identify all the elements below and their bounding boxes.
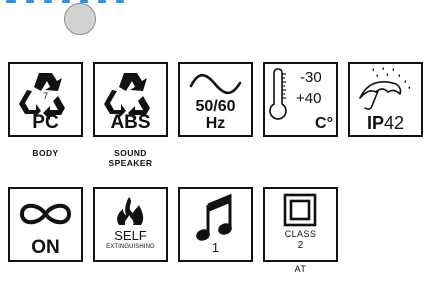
pc-label: PC [32,112,59,133]
tone-value: 1 [211,240,220,255]
temperature-min: -30 [300,69,322,86]
top-color-strip [0,0,140,4]
sound-speaker-caption: SOUND SPEAKER [108,148,153,168]
on-label: ON [31,237,60,258]
continuous-operation-tile: ON [8,187,83,262]
extinguishing-label: EXTINGUISHING [106,244,155,250]
temperature-tile: -30 +40 C° [263,62,338,137]
self-label: SELF [114,228,147,243]
ip-rating-tile: IP42 [348,62,423,137]
self-extinguishing-tile: SELF EXTINGUISHING [93,187,168,262]
insulation-class-tile: CLASS 2 [263,187,338,262]
pc-material-tile: 7 PC [8,62,83,137]
grey-circle-swatch [64,3,96,35]
frequency-tile: 50/60 Hz [178,62,253,137]
frequency-value: 50/60 [195,98,236,115]
at-caption: AT [294,264,307,274]
body-caption: BODY [32,148,59,158]
temperature-unit: C° [315,115,333,132]
abs-material-tile: ABS [93,62,168,137]
ip-rating-label: IP42 [366,113,405,133]
frequency-unit: Hz [205,115,226,132]
class-number: 2 [297,240,304,251]
class-label: CLASS [284,229,317,239]
tone-tile: 1 [178,187,253,262]
temperature-max: +40 [296,90,322,107]
recycle-number: 7 [43,91,48,101]
abs-label: ABS [110,112,151,133]
